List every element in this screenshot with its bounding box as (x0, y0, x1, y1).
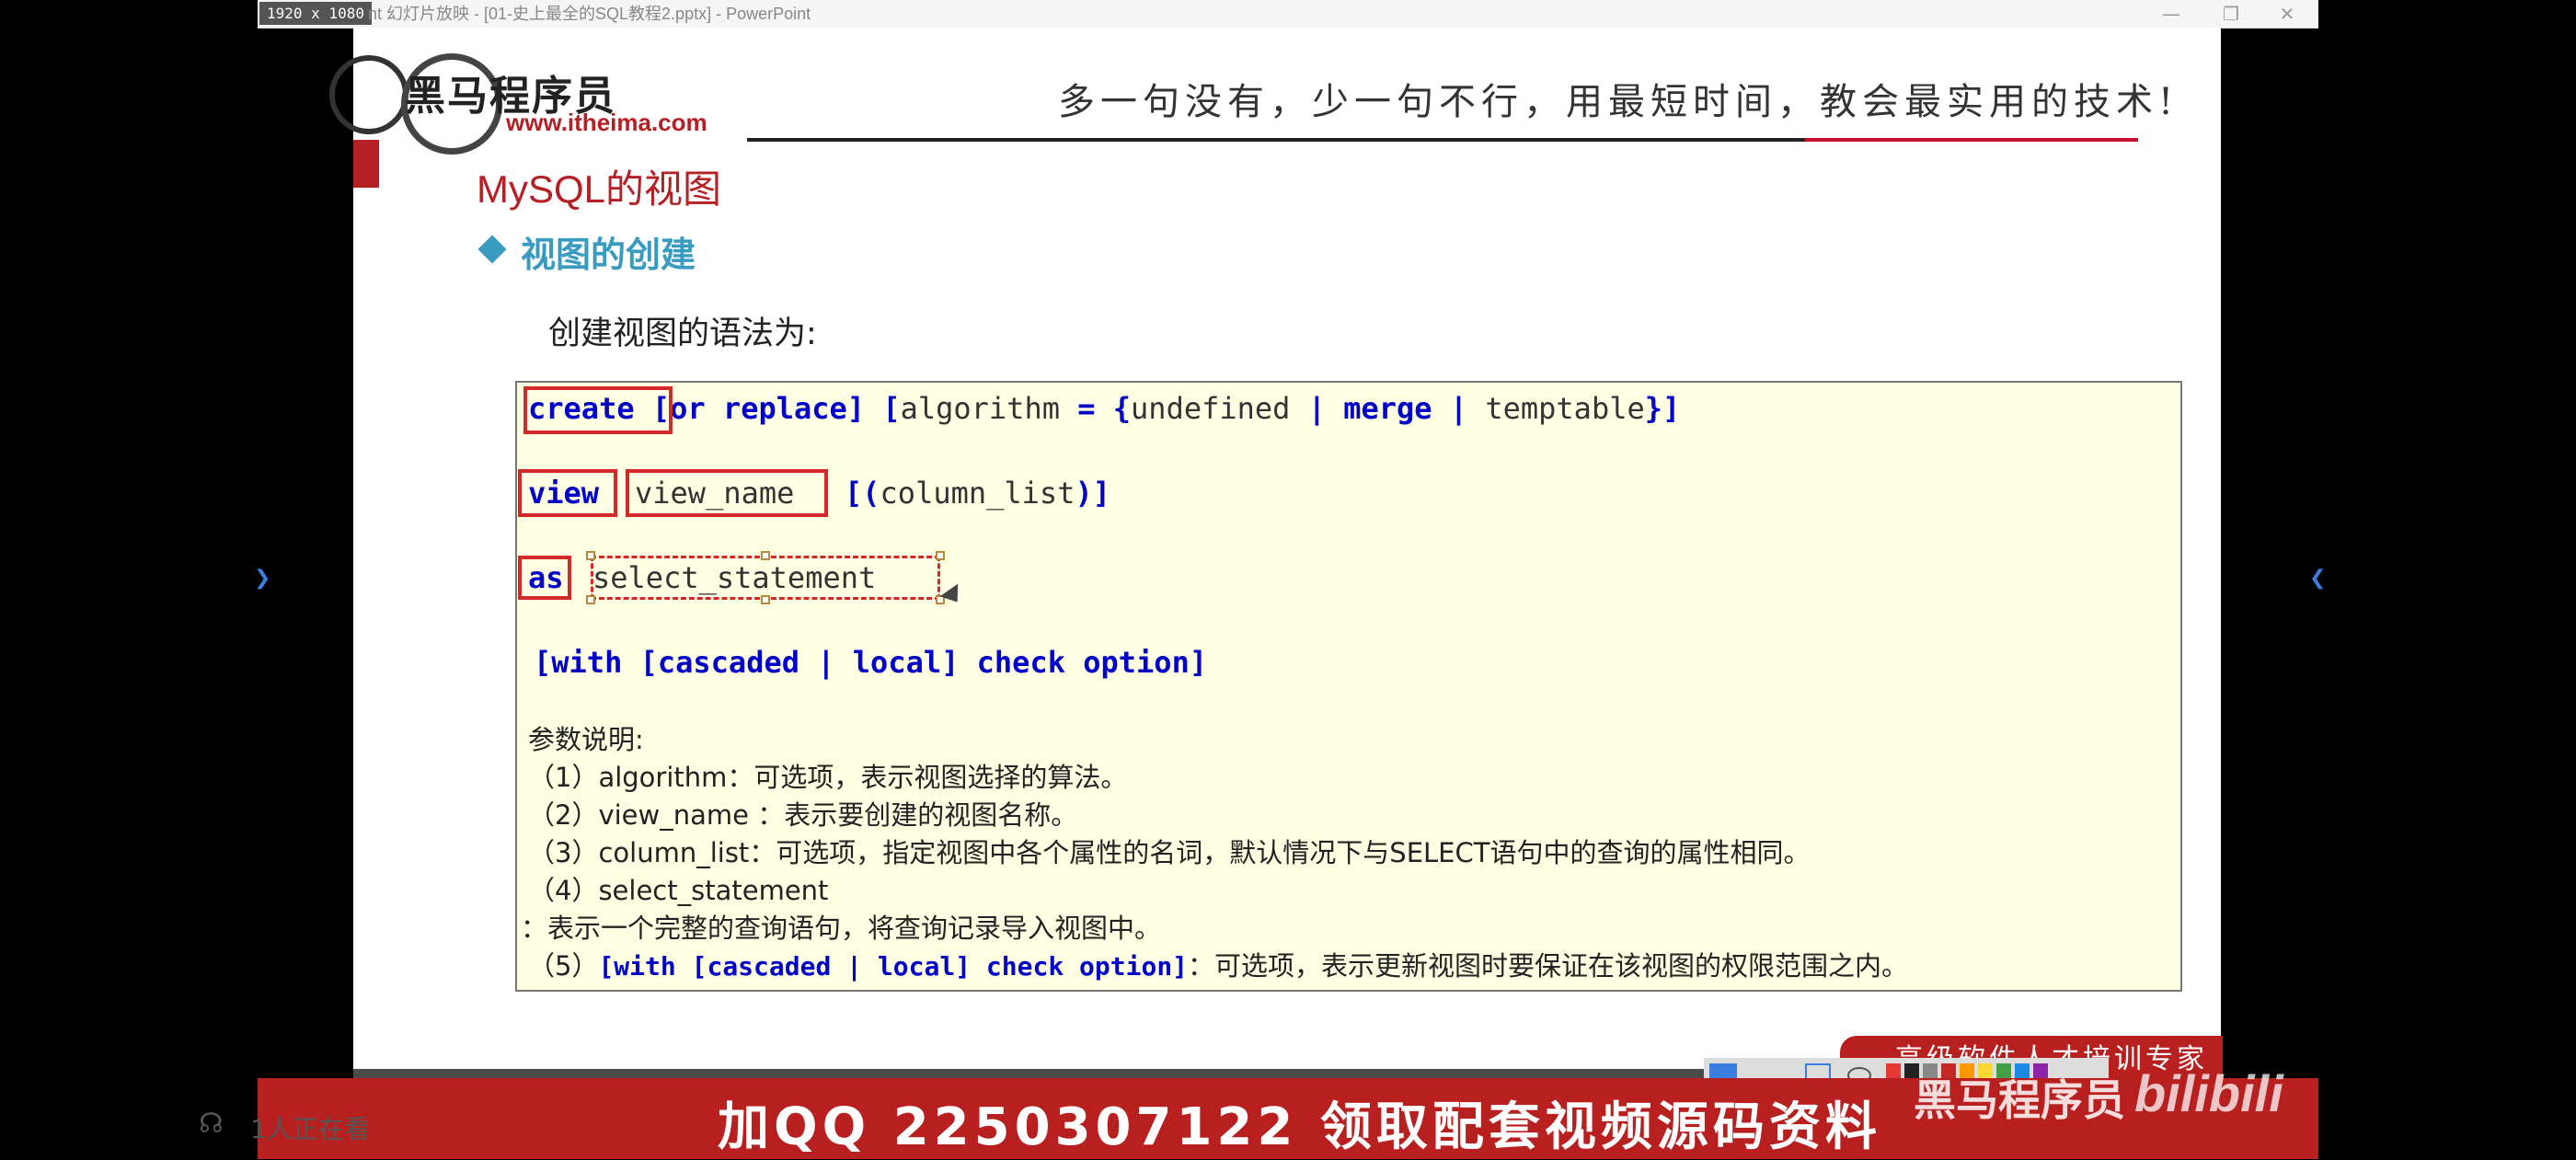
viewers-icon: ☊ (199, 1108, 224, 1140)
restore-button[interactable]: ❐ (2203, 0, 2259, 28)
code-token: | (1432, 391, 1486, 426)
watermark-text: 黑马程序员 (1914, 1075, 2125, 1125)
window-title: nt 幻灯片放映 - [01-史上最全的SQL教程2.pptx] - Power… (368, 5, 811, 23)
code-token: temptable (1485, 391, 1645, 426)
prev-slide-icon[interactable]: ❯ (254, 567, 270, 590)
slogan-divider-accent (1805, 138, 2138, 142)
code-token: }] (1644, 391, 1681, 426)
param-item: ：表示一个完整的查询语句，将查询记录导入视图中。 (521, 913, 1162, 944)
section-title: 视图的创建 (521, 235, 696, 275)
code-token: [or replace] [ (634, 391, 901, 426)
next-slide-icon[interactable]: ❮ (2309, 567, 2326, 590)
code-token: [( (845, 476, 880, 511)
code-line-1: create [or replace] [algorithm = {undefi… (528, 388, 1680, 429)
slide-title: MySQL的视图 (477, 167, 722, 211)
selected-textbox[interactable] (591, 556, 940, 600)
code-token: undefined (1131, 391, 1291, 426)
color-swatch[interactable] (1886, 1063, 1901, 1078)
code-token: algorithm (900, 391, 1060, 426)
highlight-box (518, 469, 617, 517)
param-suffix: ：可选项，表示更新视图时要保证在该视图的权限范围之内。 (1188, 950, 1909, 982)
param-item-5: （5）[with [cascaded | local] check option… (528, 948, 1908, 985)
param-prefix: （5） (528, 950, 599, 982)
slide-accent-bar (353, 140, 379, 188)
viewers-count: 1人正在看 (250, 1114, 370, 1144)
code-token: merge (1343, 391, 1432, 426)
highlight-box (626, 469, 828, 517)
minimize-button[interactable]: — (2144, 0, 2199, 28)
params-heading: 参数说明: (528, 724, 644, 755)
intro-text: 创建视图的语法为: (548, 316, 817, 352)
resize-handle[interactable] (586, 595, 595, 604)
code-token: | (1290, 391, 1344, 426)
param-item: （2）view_name ：表示要创建的视图名称。 (528, 799, 1078, 831)
logo-mark-icon (329, 55, 408, 134)
code-token: column_list (880, 476, 1075, 511)
slogan: 多一句没有，少一句不行，用最短时间，教会最实用的技术! (1058, 81, 2179, 123)
param-item: （1）algorithm：可选项，表示视图选择的算法。 (528, 762, 1128, 793)
promo-banner-text: 加QQ 2250307122 领取配套视频源码资料 (718, 1097, 1881, 1157)
code-token: )] (1075, 476, 1110, 511)
resize-handle[interactable] (761, 551, 770, 560)
resize-handle[interactable] (936, 551, 945, 560)
resize-handle[interactable] (761, 595, 770, 604)
param-item: （4）select_statement (528, 875, 829, 906)
code-with-check-option: [with [cascaded | local] check option] (534, 645, 1208, 680)
close-button[interactable]: ✕ (2260, 0, 2315, 28)
resize-handle[interactable] (586, 551, 595, 560)
bilibili-logo: bilibili (2134, 1064, 2283, 1122)
highlight-box (523, 386, 673, 434)
param-code: [with [cascaded | local] check option] (598, 951, 1189, 982)
highlight-box (518, 556, 571, 600)
code-column-list: [(column_list)] (845, 473, 1110, 513)
param-item: （3）column_list：可选项，指定视图中各个属性的名词，默认情况下与SE… (528, 837, 1811, 868)
code-token: = { (1059, 391, 1132, 426)
logo-url: www.itheima.com (506, 109, 707, 136)
resolution-badge: 1920 x 1080 (259, 2, 372, 25)
